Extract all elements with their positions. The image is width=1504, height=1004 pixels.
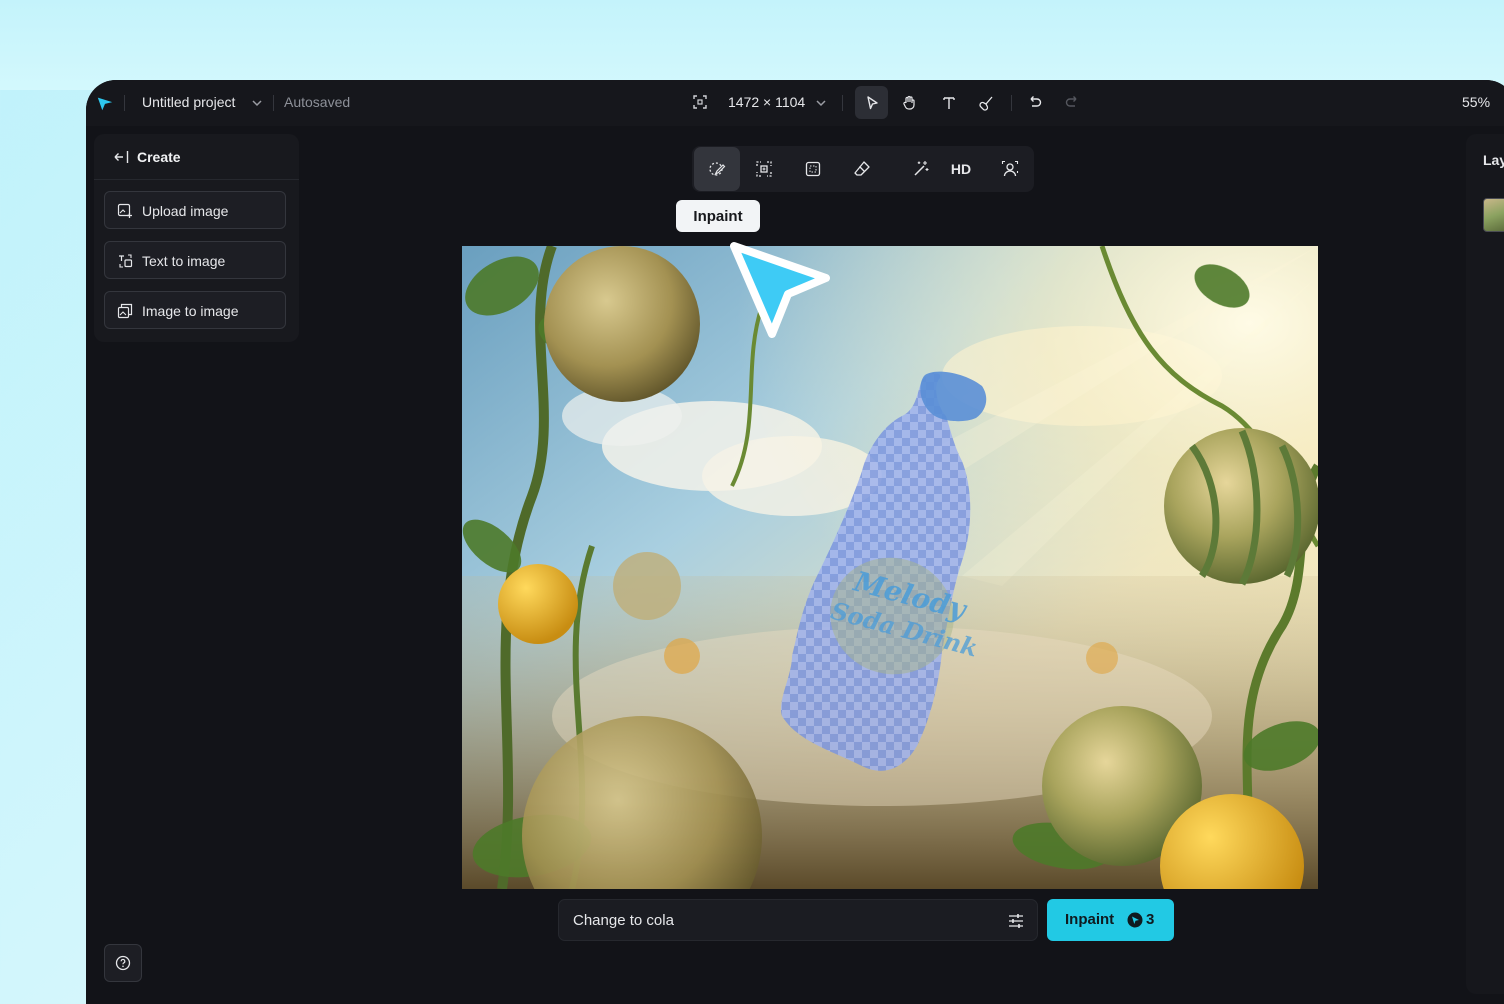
select-tool-button[interactable] bbox=[855, 86, 888, 119]
hand-icon bbox=[902, 95, 915, 110]
text-icon bbox=[942, 96, 955, 109]
crop-tool-button[interactable] bbox=[790, 147, 836, 191]
prompt-value: Change to cola bbox=[573, 912, 674, 929]
undo-button[interactable] bbox=[1018, 86, 1051, 119]
melon-field-image: Melody Soda Drink bbox=[462, 246, 1318, 889]
prompt-input[interactable]: Change to cola bbox=[558, 899, 1038, 941]
create-header[interactable]: Create bbox=[94, 134, 299, 180]
settings-sliders-icon[interactable] bbox=[1007, 912, 1025, 930]
canvas-size[interactable]: 1472 × 1104 bbox=[728, 94, 805, 110]
text-tool-button[interactable] bbox=[932, 86, 965, 119]
zoom-level[interactable]: 55% bbox=[1462, 94, 1490, 110]
text-to-image-icon bbox=[119, 254, 133, 268]
layers-title: Lay bbox=[1483, 152, 1504, 168]
help-button[interactable] bbox=[104, 944, 142, 982]
image-to-image-icon bbox=[117, 303, 133, 319]
credit-cost: 3 bbox=[1146, 911, 1155, 928]
inpaint-button-label: Inpaint bbox=[1065, 911, 1115, 928]
divider bbox=[1011, 95, 1012, 111]
app-logo-icon[interactable] bbox=[96, 94, 114, 112]
app-window: Untitled project Autosaved 1472 × 1104 5… bbox=[86, 80, 1504, 1004]
expand-icon bbox=[756, 161, 772, 177]
undo-icon bbox=[1030, 95, 1041, 107]
hand-tool-button[interactable] bbox=[892, 86, 925, 119]
top-bar: Untitled project Autosaved 1472 × 1104 5… bbox=[86, 80, 1504, 126]
image-to-image-label: Image to image bbox=[142, 303, 239, 319]
canvas-image[interactable]: Melody Soda Drink bbox=[462, 246, 1318, 889]
crop-icon bbox=[805, 161, 821, 177]
inpaint-icon bbox=[709, 162, 726, 176]
brush-icon bbox=[978, 96, 992, 111]
upload-image-button[interactable]: Upload image bbox=[104, 191, 286, 229]
brush-tool-button[interactable] bbox=[970, 86, 1003, 119]
cursor-pointer-icon bbox=[730, 242, 830, 338]
upload-image-icon bbox=[117, 203, 132, 218]
canvas-size-icon[interactable] bbox=[692, 94, 708, 110]
hd-upscale-button[interactable]: HD bbox=[938, 147, 984, 191]
back-arrow-icon bbox=[114, 151, 129, 163]
pointer-icon bbox=[866, 95, 878, 109]
chevron-down-icon[interactable] bbox=[250, 96, 264, 110]
redo-icon bbox=[1065, 95, 1076, 107]
remove-background-button[interactable] bbox=[987, 147, 1033, 191]
inpaint-tooltip: Inpaint bbox=[676, 200, 760, 232]
inpaint-tool-button[interactable] bbox=[694, 147, 740, 191]
magic-wand-icon bbox=[914, 161, 929, 176]
divider bbox=[273, 95, 274, 111]
text-to-image-label: Text to image bbox=[142, 253, 226, 269]
layers-panel: Lay bbox=[1466, 134, 1504, 994]
hd-label: HD bbox=[950, 161, 972, 177]
text-to-image-button[interactable]: Text to image bbox=[104, 241, 286, 279]
backdrop bbox=[0, 0, 1504, 90]
save-status: Autosaved bbox=[284, 94, 351, 110]
image-toolbar: HD bbox=[692, 146, 1034, 192]
remove-background-icon bbox=[1001, 160, 1019, 177]
image-to-image-button[interactable]: Image to image bbox=[104, 291, 286, 329]
credit-icon bbox=[1127, 912, 1143, 928]
upload-image-label: Upload image bbox=[142, 203, 229, 219]
layer-thumbnail[interactable] bbox=[1483, 198, 1504, 232]
help-icon bbox=[115, 955, 131, 971]
redo-button[interactable] bbox=[1055, 86, 1088, 119]
divider bbox=[124, 95, 125, 111]
expand-tool-button[interactable] bbox=[741, 147, 787, 191]
eraser-icon bbox=[854, 161, 870, 176]
divider bbox=[842, 95, 843, 111]
create-panel: Create Upload image Text to image Image … bbox=[94, 134, 299, 342]
create-title: Create bbox=[137, 149, 181, 165]
chevron-down-icon[interactable] bbox=[814, 96, 828, 110]
project-name[interactable]: Untitled project bbox=[142, 94, 235, 110]
inpaint-submit-button[interactable]: Inpaint 3 bbox=[1047, 899, 1174, 941]
eraser-tool-button[interactable] bbox=[839, 147, 885, 191]
